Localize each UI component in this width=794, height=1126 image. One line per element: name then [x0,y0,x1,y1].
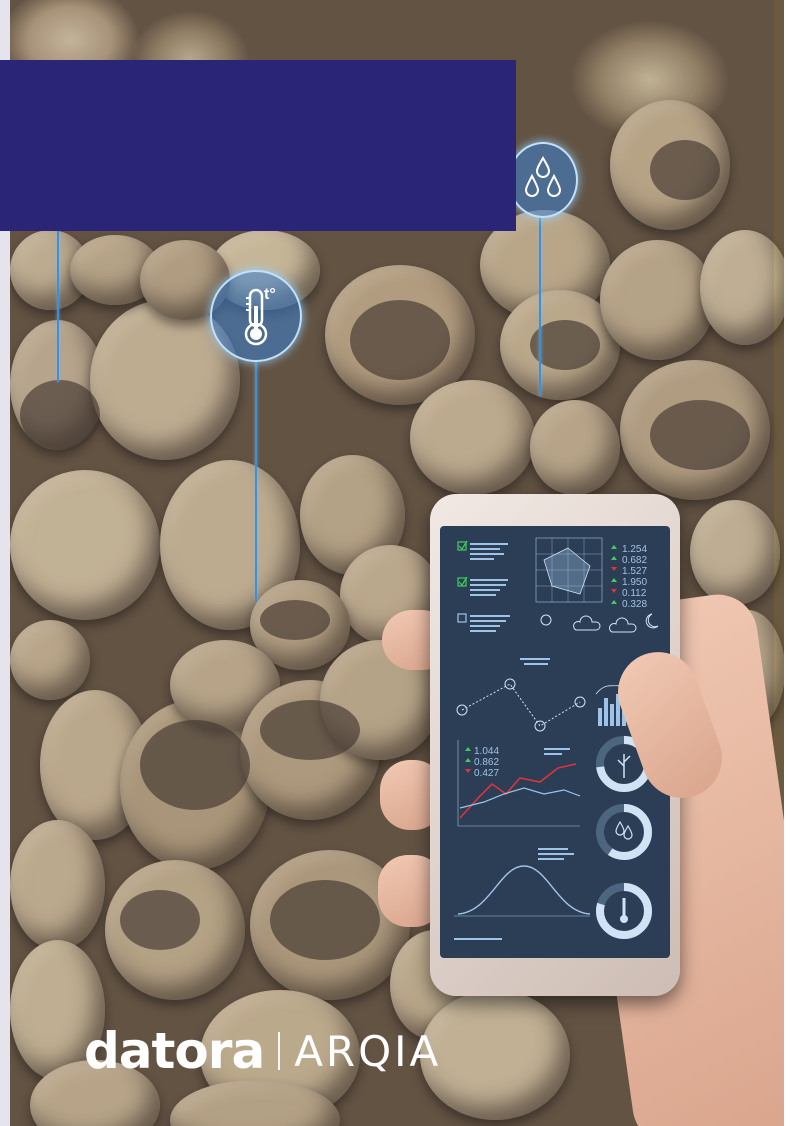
sensor-line-water [539,216,541,396]
thermometer-label: t° [264,286,276,303]
reading-value: 1.527 [622,566,647,577]
reading-value: 0.862 [474,757,499,768]
logo-datora: datora [84,1022,265,1080]
thermometer-sensor-badge: t° [210,270,302,362]
title-banner [0,60,516,231]
reading-value: 0.328 [622,599,647,610]
reading-value: 0.112 [622,588,647,599]
thermometer-icon [244,288,268,346]
reading-value: 1.044 [474,746,499,757]
logo-arqia: ARQIA [294,1026,442,1076]
water-sensor-badge [508,142,578,218]
sensor-line-left [57,230,59,382]
readings-top-list: 1.254 0.682 1.527 1.950 0.112 0.328 [611,544,647,610]
logo-separator [278,1032,281,1070]
sensor-line-thermometer [255,362,257,602]
reading-value: 1.254 [622,544,647,555]
readings-mid-list: 1.044 0.862 0.427 [465,746,499,779]
water-drops-icon [524,155,562,197]
brochure-cover: t° 1.254 0.682 1.527 1.950 0.112 0.328 1… [0,0,794,1126]
reading-value: 0.682 [622,555,647,566]
reading-value: 0.427 [474,768,499,779]
reading-value: 1.950 [622,577,647,588]
page-edge [784,0,794,1126]
brand-logo: datora ARQIA [84,1022,441,1080]
